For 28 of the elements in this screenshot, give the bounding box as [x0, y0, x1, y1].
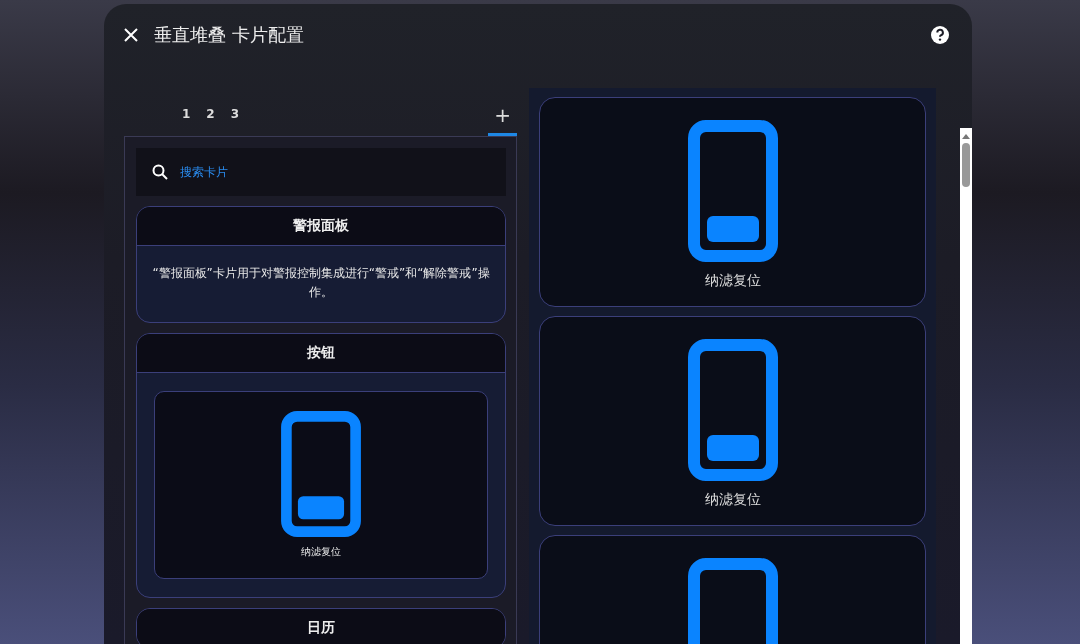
card-type-title: 日历	[137, 609, 506, 644]
close-button[interactable]	[124, 28, 138, 42]
card-type-title: 警报面板	[137, 207, 506, 246]
tab[interactable]: 1	[174, 107, 199, 136]
stack-card[interactable]: 纳滤复位	[539, 316, 927, 526]
help-button[interactable]	[930, 25, 950, 45]
scrollbar[interactable]	[960, 128, 972, 644]
phone-icon	[687, 120, 778, 262]
tab[interactable]: 2	[198, 107, 223, 136]
phone-icon	[687, 339, 778, 481]
close-icon	[124, 28, 138, 42]
preview-label: 纳滤复位	[301, 545, 342, 559]
card-description: “警报面板”卡片用于对警报控制集成进行“警戒”和“解除警戒”操作。	[151, 265, 491, 301]
search-field[interactable]: 搜索卡片	[136, 148, 507, 196]
help-icon	[930, 25, 950, 45]
phone-icon	[281, 411, 362, 537]
scroll-thumb-icon	[962, 143, 971, 187]
search-input[interactable]: 搜索卡片	[178, 164, 491, 180]
card-label: 纳滤复位	[704, 491, 761, 509]
scroll-up-icon	[962, 134, 971, 139]
stack-card[interactable]: 纳滤复位	[539, 97, 927, 307]
search-icon	[152, 164, 168, 180]
card-type-option[interactable]: 警报面板 “警报面板”卡片用于对警报控制集成进行“警戒”和“解除警戒”操作。	[136, 206, 507, 323]
tab[interactable]: 3	[222, 107, 248, 136]
dialog-title: 垂直堆叠 卡片配置	[154, 23, 305, 47]
card-type-option[interactable]: 按钮 纳滤复位	[136, 333, 507, 598]
card-label: 纳滤复位	[704, 272, 761, 290]
card-type-title: 按钮	[137, 334, 506, 373]
